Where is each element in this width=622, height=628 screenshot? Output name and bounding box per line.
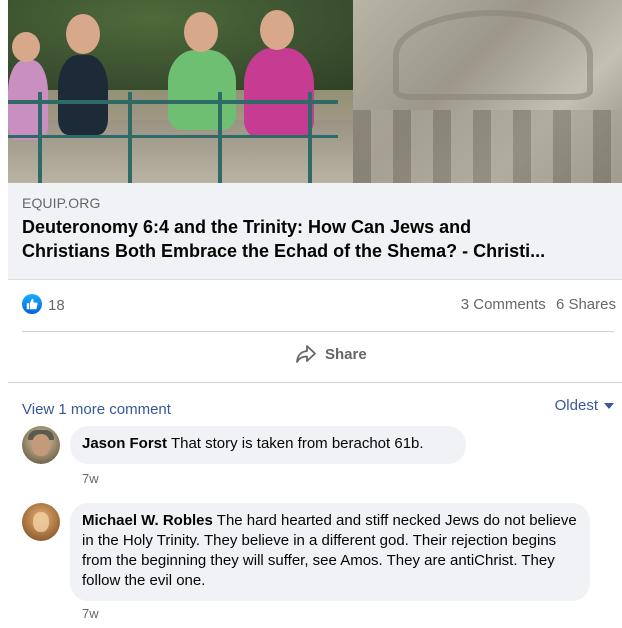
image-railing-post [218,92,222,183]
image-child-3-head [184,12,218,52]
view-more-comments-link[interactable]: View 1 more comment [22,401,171,418]
image-child-4 [244,48,314,138]
comment-author[interactable]: Michael W. Robles [82,512,213,529]
avatar-face [32,434,50,456]
post-stats: 18 3 Comments 6 Shares [8,286,622,326]
link-title[interactable]: Deuteronomy 6:4 and the Trinity: How Can… [22,215,612,263]
link-title-line-1: Deuteronomy 6:4 and the Trinity: How Can… [22,217,472,237]
avatar[interactable] [22,503,60,541]
link-preview-caption[interactable]: EQUIP.ORG Deuteronomy 6:4 and the Trinit… [8,183,622,280]
avatar-face [33,512,49,532]
image-railing [8,100,338,104]
image-monument-carving [393,10,593,100]
engagement-counts: 3 Comments 6 Shares [455,296,616,313]
comment-timestamp[interactable]: 7w [82,606,99,621]
share-button[interactable]: Share [295,344,367,364]
image-child-2-head [66,14,100,54]
shares-count[interactable]: 6 Shares [556,296,616,313]
image-monument-base [353,110,622,183]
share-arrow-icon [296,345,316,363]
like-icon[interactable] [22,294,42,314]
link-preview-image[interactable] [8,0,622,183]
divider [8,382,622,383]
image-railing-post [128,92,132,183]
image-monument [353,0,622,183]
comment-author[interactable]: Jason Forst [82,435,167,452]
link-domain: EQUIP.ORG [22,195,101,211]
image-child-3 [168,50,236,130]
image-child-1-head [12,32,40,62]
image-child-4-head [260,10,294,50]
avatar[interactable] [22,426,60,464]
comment-bubble: Michael W. Robles The hard hearted and s… [70,503,590,601]
image-railing-post [38,92,42,183]
thumbs-up-icon [26,298,38,310]
image-child-2 [58,55,108,135]
chevron-down-icon [604,402,614,409]
comment-bubble: Jason Forst That story is taken from ber… [70,426,466,464]
share-label: Share [325,345,367,363]
comment-sort-dropdown[interactable]: Oldest [555,397,614,414]
comments-count[interactable]: 3 Comments [461,296,546,313]
divider [22,331,614,332]
comment-text: That story is taken from berachot 61b. [170,435,424,452]
image-railing-post [308,92,312,183]
link-title-line-2: Christians Both Embrace the Echad of the… [22,241,546,261]
image-railing-lower [8,135,338,138]
sort-label: Oldest [554,397,598,414]
reaction-count[interactable]: 18 [48,297,65,314]
comment-timestamp[interactable]: 7w [82,471,99,486]
